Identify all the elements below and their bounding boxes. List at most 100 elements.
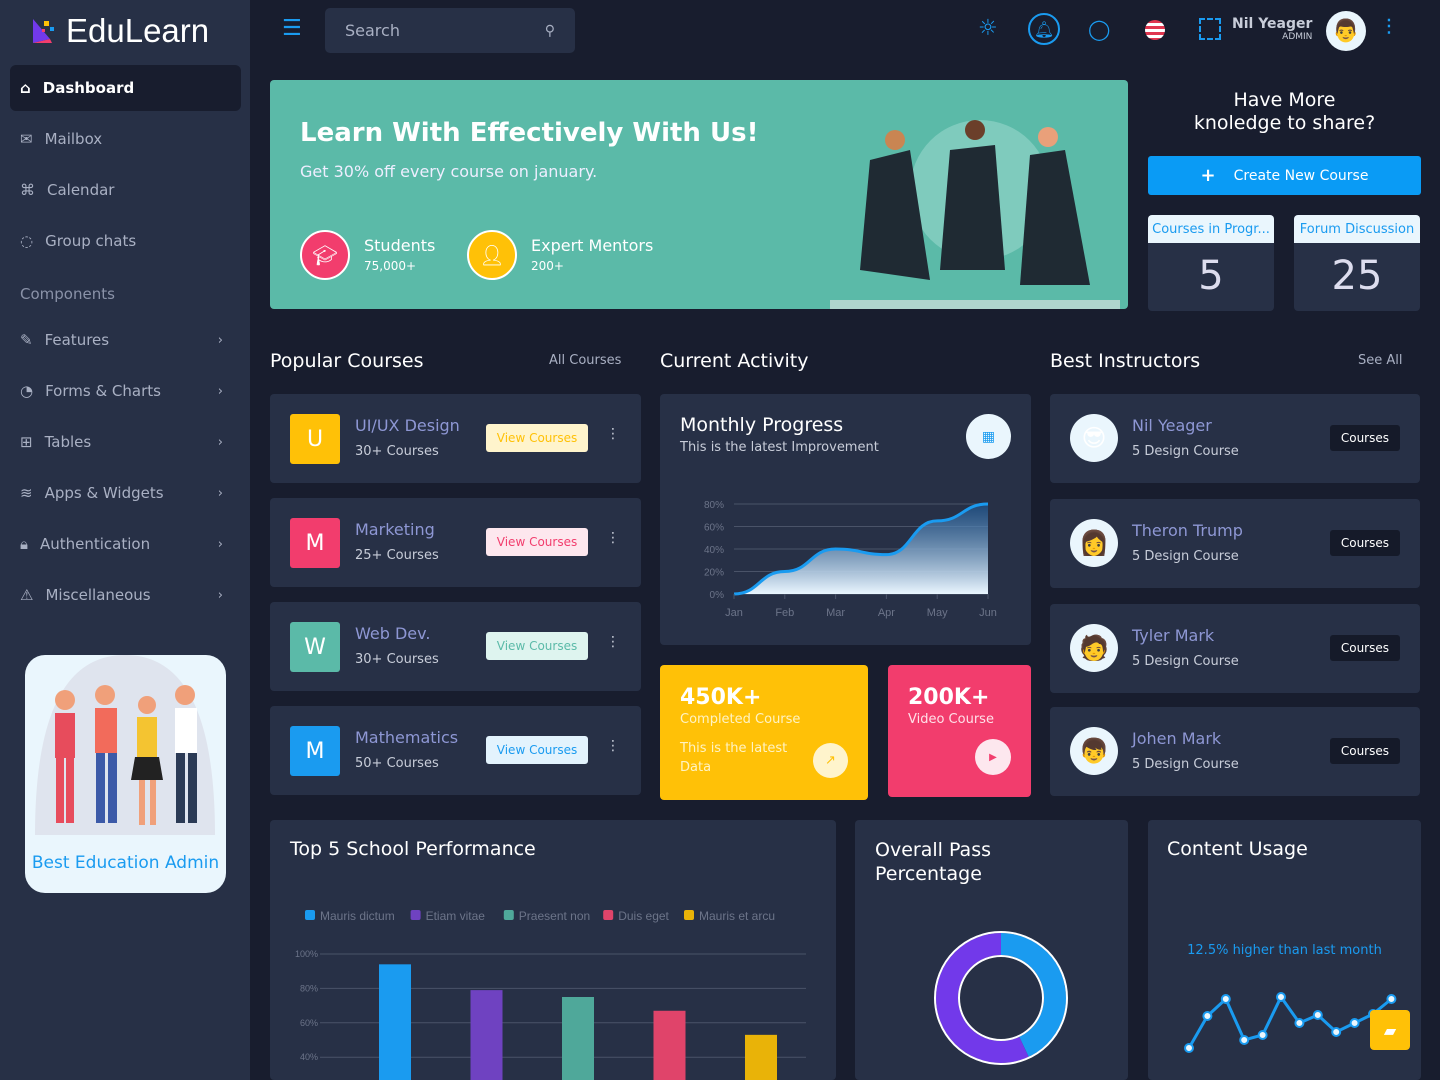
course-letter-badge: M xyxy=(290,518,340,568)
course-card[interactable]: U UI/UX Design 30+ Courses View Courses ⋮ xyxy=(270,394,641,483)
chat-widget-button[interactable]: ▰ xyxy=(1370,1010,1410,1050)
chevron-right-icon: › xyxy=(217,485,223,501)
fullscreen-icon[interactable] xyxy=(1199,18,1221,40)
search-icon[interactable]: ⚲ xyxy=(545,23,555,39)
more-vertical-icon[interactable]: ⋮ xyxy=(606,426,620,442)
sidebar-item-tables[interactable]: ⊞ Tables › xyxy=(10,419,241,465)
instructor-subtitle: 5 Design Course xyxy=(1132,444,1239,459)
x-tick-label: Jan xyxy=(725,607,743,619)
current-activity-title: Current Activity xyxy=(660,350,809,372)
kpi-label: Forum Discussion xyxy=(1294,215,1420,243)
more-vertical-icon[interactable]: ⋮ xyxy=(606,738,620,754)
bar xyxy=(653,1010,686,1080)
course-name[interactable]: Web Dev. xyxy=(355,624,430,643)
sidebar-item-apps-widgets[interactable]: ≋ Apps & Widgets › xyxy=(10,470,241,516)
legend-label: Duis eget xyxy=(618,909,669,923)
sidebar-item-authentication[interactable]: 🔒︎ Authentication › xyxy=(10,521,241,567)
sidebar-item-mailbox[interactable]: ✉ Mailbox xyxy=(10,116,241,162)
calendar-icon[interactable]: ▦ xyxy=(966,414,1011,459)
graduates-illustration xyxy=(830,120,1120,309)
sidebar-item-forms-charts[interactable]: ◔ Forms & Charts › xyxy=(10,368,241,414)
kpi-courses-in-progress: Courses in Progr... 5 xyxy=(1148,215,1274,311)
view-courses-button[interactable]: View Courses xyxy=(486,632,588,660)
courses-button[interactable]: Courses xyxy=(1329,425,1400,451)
legend-swatch xyxy=(305,910,315,920)
more-vertical-icon[interactable]: ⋮ xyxy=(606,530,620,546)
y-tick-label: 60% xyxy=(704,523,724,534)
logo-icon xyxy=(33,19,54,43)
course-name[interactable]: UI/UX Design xyxy=(355,416,460,435)
course-name[interactable]: Mathematics xyxy=(355,728,458,747)
monthly-progress-chart: 0% 20% 40% 60% 80% Jan Feb Mar Apr May Jun xyxy=(704,500,997,619)
chat-icon[interactable]: ◯ xyxy=(1088,17,1110,41)
instructor-card: 🧑 Tyler Mark 5 Design Course Courses xyxy=(1050,604,1420,693)
share-title-2: knoledge to share? xyxy=(1193,112,1376,134)
more-vertical-icon[interactable]: ⋮ xyxy=(606,634,620,650)
bell-icon[interactable]: 🔔︎ xyxy=(1028,13,1060,45)
course-card[interactable]: M Mathematics 50+ Courses View Courses ⋮ xyxy=(270,706,641,795)
graduation-cap-icon: 🎓︎ xyxy=(300,230,350,280)
sidebar-item-label: Apps & Widgets xyxy=(44,484,164,502)
settings-sliders-icon[interactable]: ⫶ xyxy=(1386,16,1392,41)
user-menu[interactable]: Nil Yeager ADMIN xyxy=(1232,16,1312,42)
avatar[interactable]: 👨 xyxy=(1326,11,1366,51)
chevron-right-icon: › xyxy=(217,434,223,450)
hamburger-menu-icon[interactable]: ☰ xyxy=(282,16,302,41)
create-course-button[interactable]: + Create New Course xyxy=(1148,156,1421,195)
chevron-right-icon: › xyxy=(217,536,223,552)
usage-title: Content Usage xyxy=(1167,838,1308,860)
bar xyxy=(745,1034,777,1080)
arrow-up-right-icon[interactable]: ↗ xyxy=(813,743,848,778)
user-name: Nil Yeager xyxy=(1232,16,1313,32)
instructor-subtitle: 5 Design Course xyxy=(1132,757,1239,772)
play-icon[interactable]: ▶ xyxy=(975,739,1011,775)
all-courses-link[interactable]: All Courses xyxy=(549,353,621,368)
sidebar-item-miscellaneous[interactable]: ⚠ Miscellaneous › xyxy=(10,572,241,618)
logo[interactable]: EduLearn xyxy=(30,12,209,50)
instructor-name[interactable]: Tyler Mark xyxy=(1132,626,1214,645)
sidebar-item-features[interactable]: ✎ Features › xyxy=(10,317,241,363)
usage-point xyxy=(1184,1043,1194,1053)
sun-icon[interactable]: ☼ xyxy=(978,16,998,41)
chat-icon: ◌ xyxy=(20,232,34,250)
instructor-card: 👦 Johen Mark 5 Design Course Courses xyxy=(1050,707,1420,796)
completed-course-tile: 450K+ Completed Course This is the lates… xyxy=(660,665,868,800)
course-letter-badge: M xyxy=(290,726,340,776)
course-card[interactable]: M Marketing 25+ Courses View Courses ⋮ xyxy=(270,498,641,587)
banner-subtitle: Get 30% off every course on january. xyxy=(300,162,598,181)
video-course-tile: 200K+ Video Course ▶ xyxy=(888,665,1031,797)
instructor-card: 👩 Theron Trump 5 Design Course Courses xyxy=(1050,499,1420,588)
promo-title: Best Education Admin xyxy=(31,853,220,873)
search-input[interactable]: Search ⚲ xyxy=(325,8,575,53)
chevron-right-icon: › xyxy=(217,383,223,399)
sidebar-item-group-chats[interactable]: ◌ Group chats xyxy=(10,218,241,264)
view-courses-button[interactable]: View Courses xyxy=(486,424,588,452)
view-courses-button[interactable]: View Courses xyxy=(486,736,588,764)
instructor-name[interactable]: Nil Yeager xyxy=(1132,416,1212,435)
instructor-name[interactable]: Theron Trump xyxy=(1132,521,1243,540)
view-courses-button[interactable]: View Courses xyxy=(486,528,588,556)
see-all-link[interactable]: See All xyxy=(1358,353,1403,368)
avatar: 👩 xyxy=(1070,519,1118,567)
instructor-name[interactable]: Johen Mark xyxy=(1132,729,1221,748)
lock-icon: 🔒︎ xyxy=(20,535,28,553)
pass-title-2: Percentage xyxy=(875,863,982,885)
sidebar-item-label: Mailbox xyxy=(44,130,103,148)
course-name[interactable]: Marketing xyxy=(355,520,435,539)
sidebar-item-label: Dashboard xyxy=(42,79,135,97)
sidebar-item-dashboard[interactable]: ⌂ Dashboard xyxy=(10,65,241,111)
course-count: 30+ Courses xyxy=(355,652,439,667)
us-flag-icon[interactable] xyxy=(1145,20,1165,40)
pass-title: Overall Pass xyxy=(875,839,991,861)
promo-card: Best Education Admin xyxy=(25,655,226,893)
course-card[interactable]: W Web Dev. 30+ Courses View Courses ⋮ xyxy=(270,602,641,691)
progress-title: Monthly Progress xyxy=(680,414,844,436)
sidebar-item-calendar[interactable]: ⌘ Calendar xyxy=(10,167,241,213)
courses-button[interactable]: Courses xyxy=(1329,635,1400,661)
courses-button[interactable]: Courses xyxy=(1329,738,1400,764)
chat-bubble-icon: ▰ xyxy=(1383,1020,1397,1040)
courses-button[interactable]: Courses xyxy=(1329,530,1400,556)
y-tick-label: 40% xyxy=(704,545,724,556)
banner-title: Learn With Effectively With Us! xyxy=(300,118,759,148)
students-stat: 🎓︎ Students 75,000+ xyxy=(300,230,435,280)
